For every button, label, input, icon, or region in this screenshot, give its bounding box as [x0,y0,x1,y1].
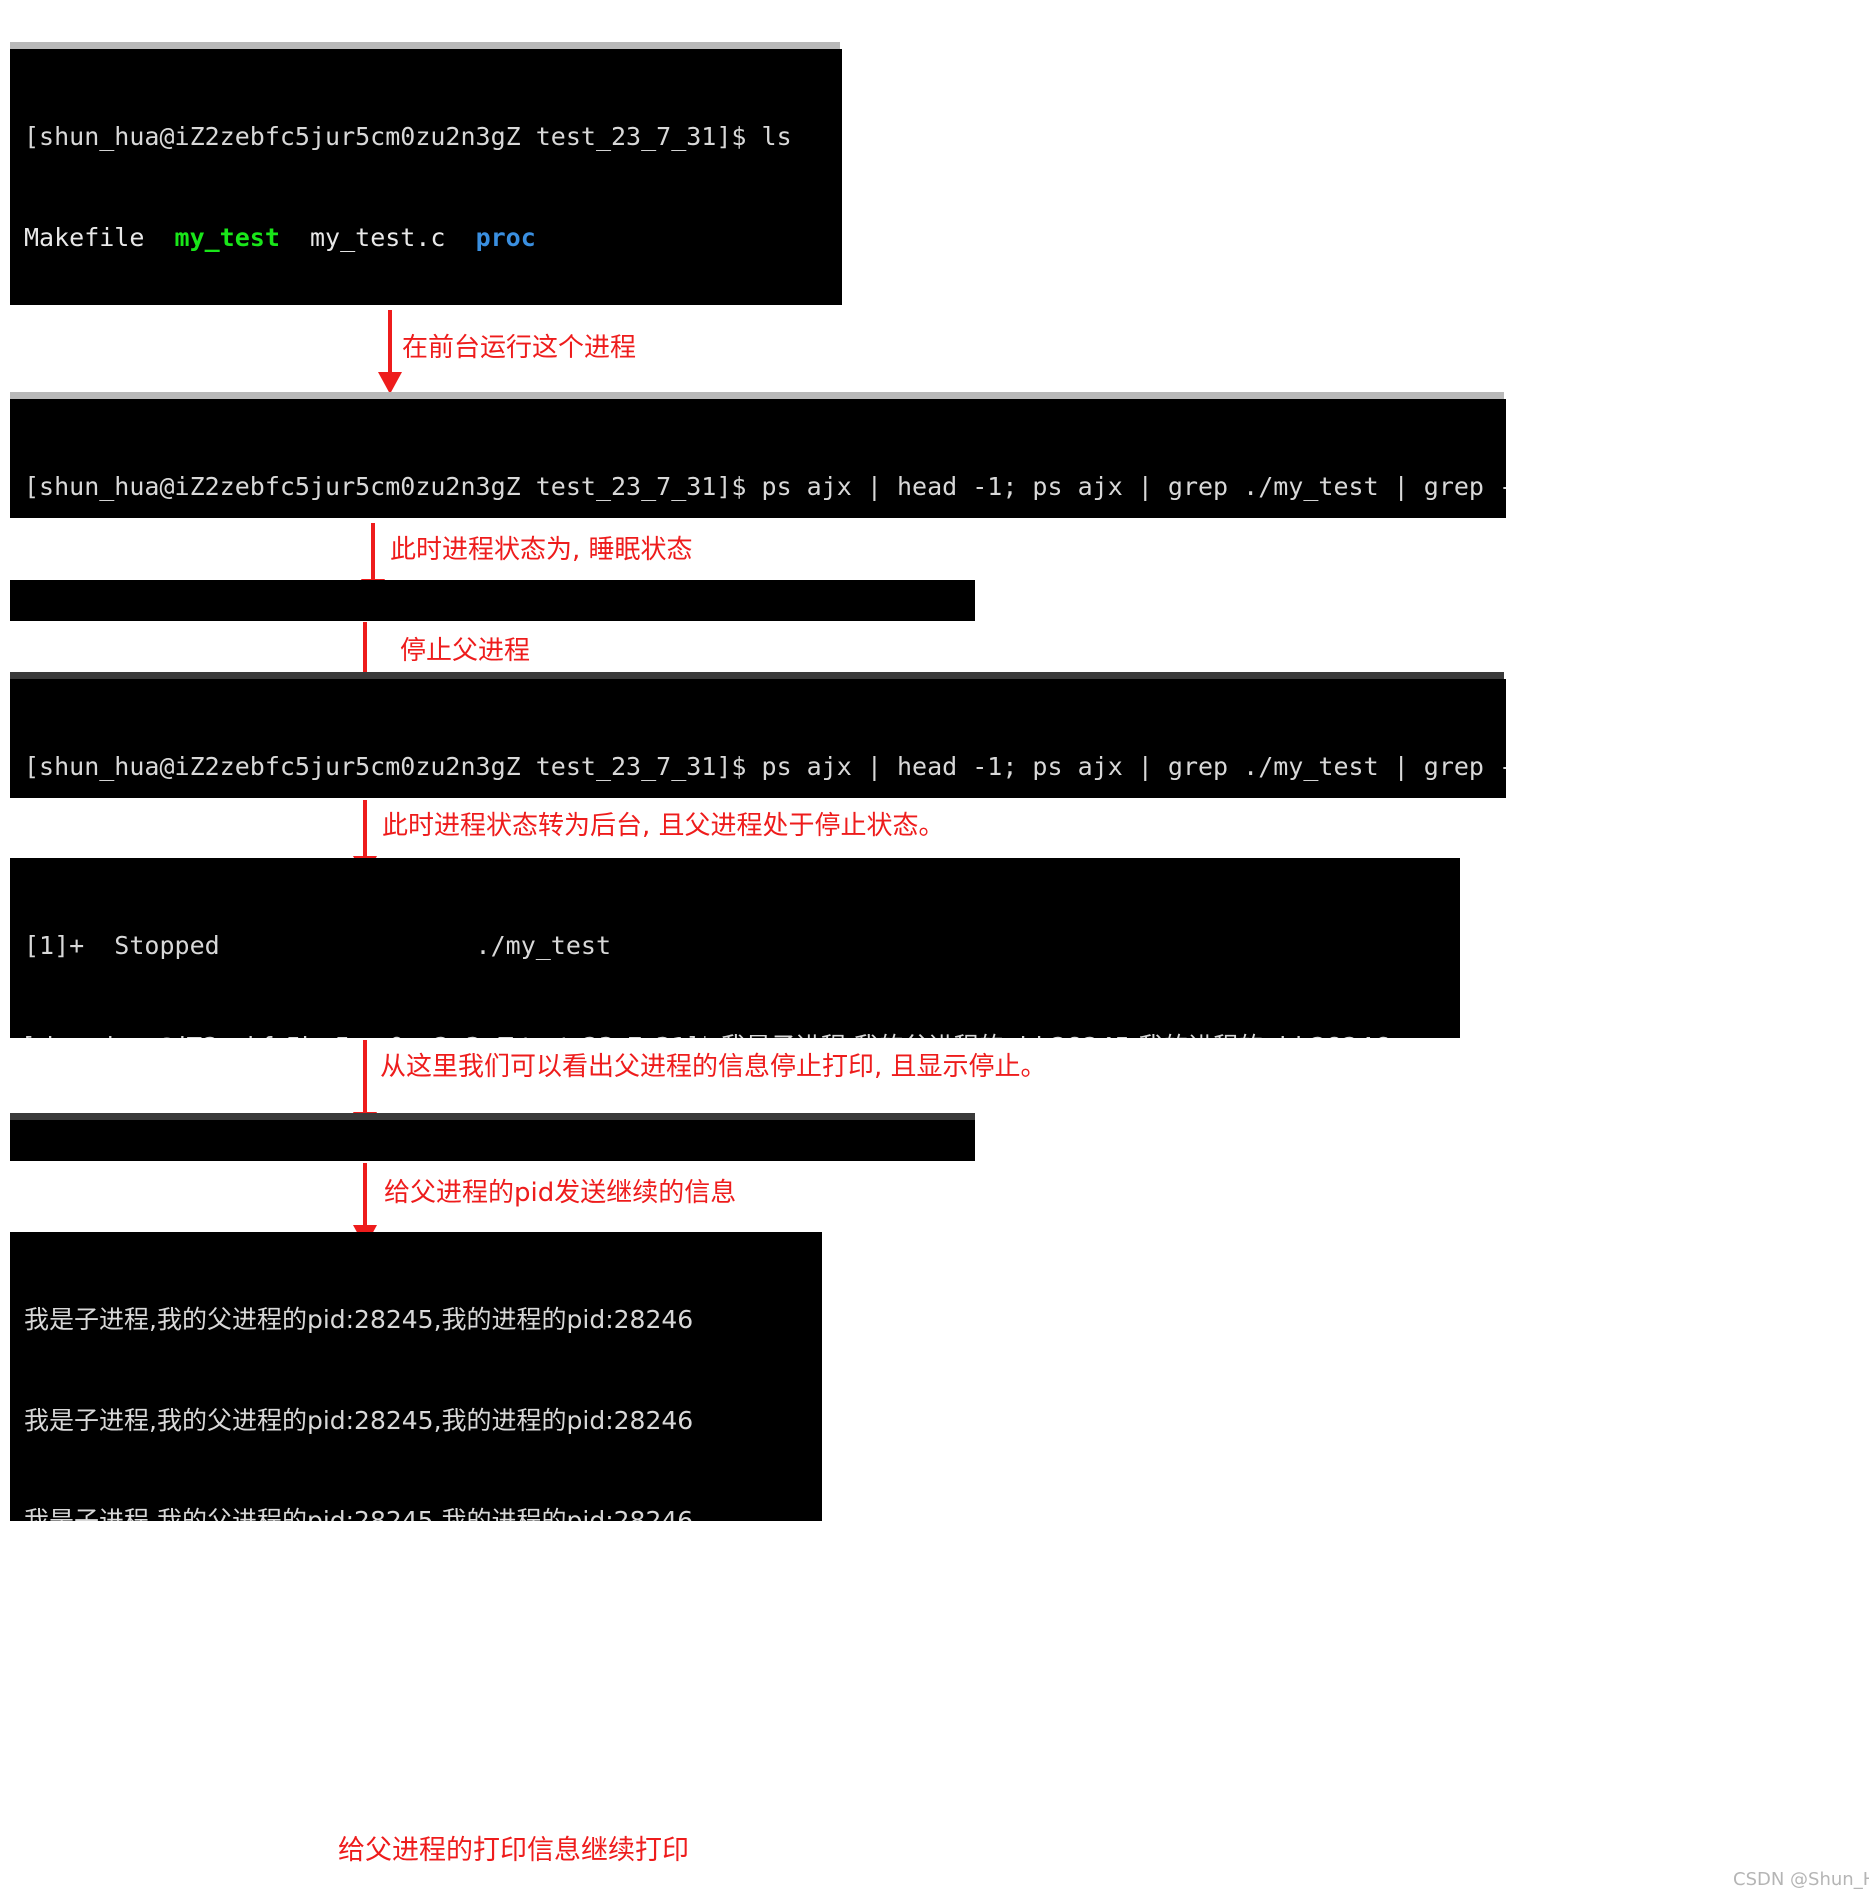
resumed-line-2: 我是子进程,我的父进程的pid:28245,我的进程的pid:28246 [24,1405,694,1435]
scroll-sliver-ps2 [10,672,1504,679]
ls-entry-makefile: Makefile [24,222,145,252]
annotation-run-foreground: 在前台运行这个进程 [402,333,637,363]
terminal-block-stopped-output[interactable]: [1]+ Stopped ./my_test [shun_hua@iZ2zebf… [10,858,1460,1038]
job-stopped-line: [1]+ Stopped ./my_test [24,931,611,960]
annotation-background-stopped: 此时进程状态转为后台, 且父进程处于停止状态。 [382,811,945,841]
screenshot-canvas: [shun_hua@iZ2zebfc5jur5cm0zu2n3gZ test_2… [0,0,1869,1895]
annotation-sleep-state: 此时进程状态为, 睡眠状态 [390,535,693,565]
annotation-parent-print-stopped: 从这里我们可以看出父进程的信息停止打印, 且显示停止。 [380,1052,1047,1082]
scroll-sliver-top [10,42,840,49]
ls-entry-my-test-source: my_test.c [310,222,446,252]
ls-entry-proc-dir: proc [475,222,536,252]
csdn-watermark: CSDN @Shun_Hua. [1733,1869,1869,1890]
resumed-line-1: 我是子进程,我的父进程的pid:28245,我的进程的pid:28246 [24,1305,694,1334]
ls-entry-my-test-exec: my_test [174,222,280,252]
ps1-command-line: [shun_hua@iZ2zebfc5jur5cm0zu2n3gZ test_2… [24,472,1506,501]
scroll-sliver-ps1 [10,392,1504,399]
terminal-line-ls-output: Makefile my_test my_test.c proc [10,221,842,255]
bottom-caption: 给父进程的打印信息继续打印 [338,1835,689,1866]
terminal-block-run[interactable]: [shun_hua@iZ2zebfc5jur5cm0zu2n3gZ test_2… [10,49,842,305]
stopped-prompt-with-child-output: [shun_hua@iZ2zebfc5jur5cm0zu2n3gZ test_2… [10,1030,1460,1039]
terminal-block-kill-19[interactable]: [shun_hua@iZ2zebfc5jur5cm0zu2n3gZ test_2… [10,580,975,621]
terminal-block-kill-18[interactable]: [shun_hua@iZ2zebfc5jur5cm0zu2n3gZ test_2… [10,1120,975,1161]
scroll-sliver-kill18 [10,1113,975,1120]
terminal-block-ps-foreground[interactable]: [shun_hua@iZ2zebfc5jur5cm0zu2n3gZ test_2… [10,399,1506,518]
terminal-line-prompt-ls: [shun_hua@iZ2zebfc5jur5cm0zu2n3gZ test_2… [24,122,792,151]
resumed-line-3: 我是子进程,我的父进程的pid:28245,我的进程的pid:28246 [24,1506,694,1521]
annotation-send-continue: 给父进程的pid发送继续的信息 [384,1178,737,1208]
terminal-block-resumed-output[interactable]: 我是子进程,我的父进程的pid:28245,我的进程的pid:28246 我是子… [10,1232,822,1521]
annotation-stop-parent: 停止父进程 [400,636,531,666]
terminal-block-ps-stopped[interactable]: [shun_hua@iZ2zebfc5jur5cm0zu2n3gZ test_2… [10,679,1506,798]
ps2-command-line: [shun_hua@iZ2zebfc5jur5cm0zu2n3gZ test_2… [24,752,1506,781]
